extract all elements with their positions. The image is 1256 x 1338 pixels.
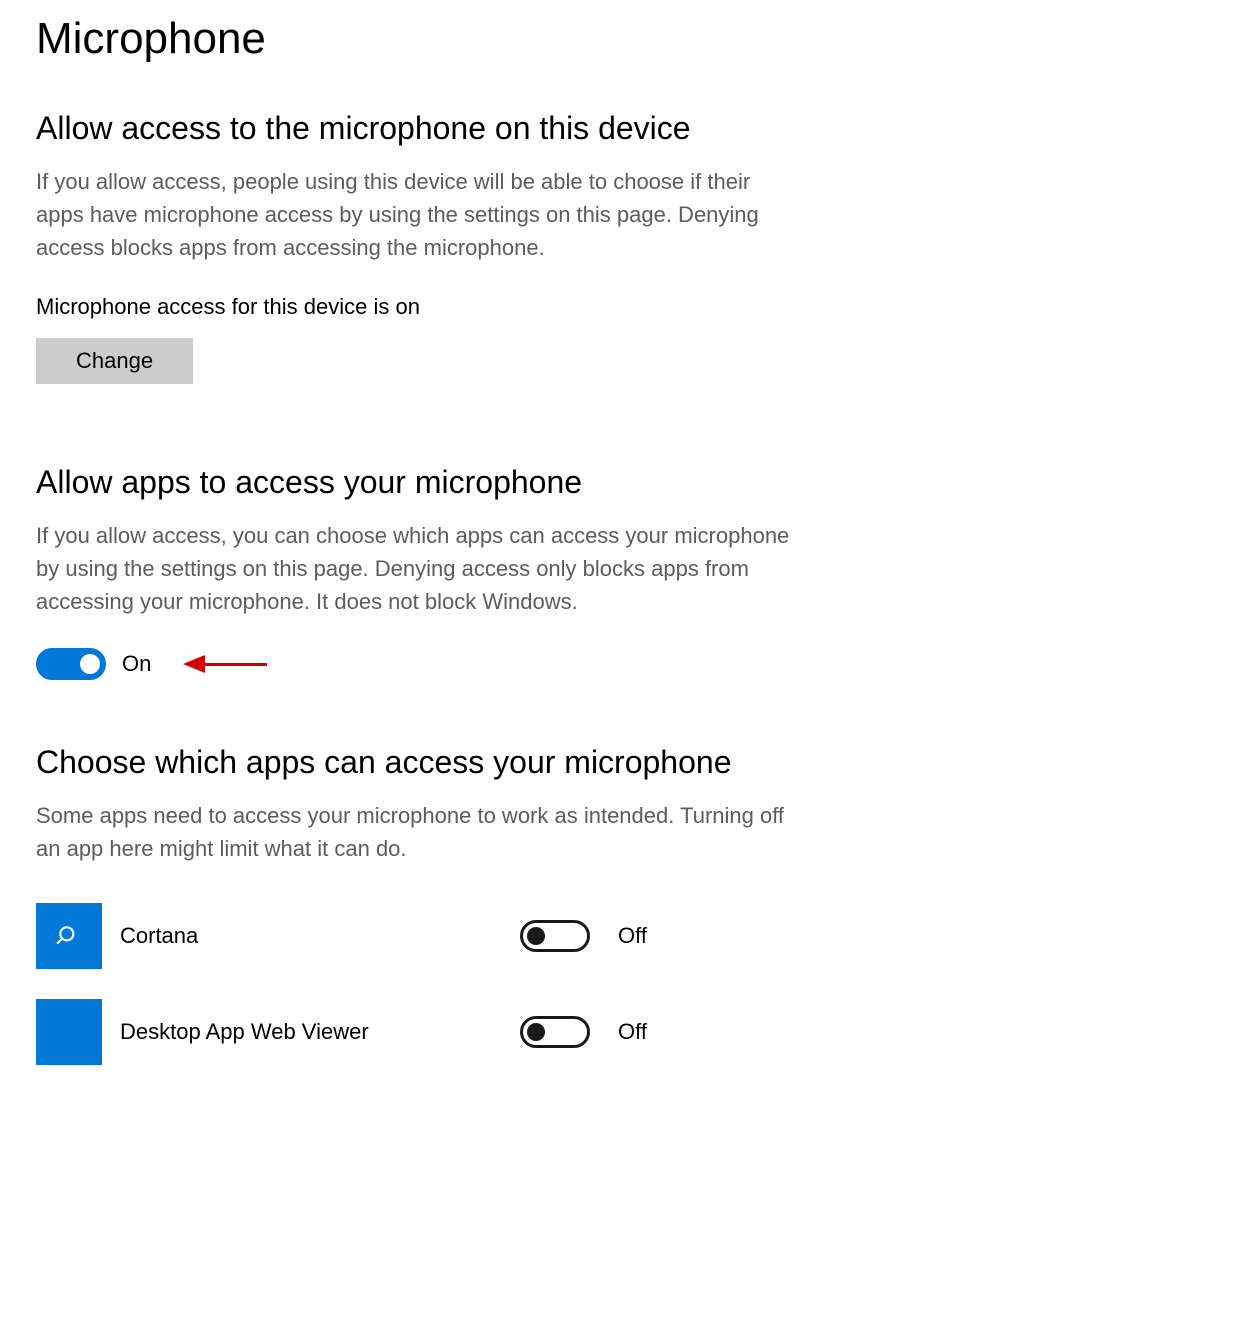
app-name-label: Desktop App Web Viewer: [120, 1019, 520, 1045]
page-title: Microphone: [36, 14, 1220, 64]
desktop-app-web-viewer-toggle[interactable]: [520, 1016, 590, 1048]
app-name-label: Cortana: [120, 923, 520, 949]
cortana-toggle[interactable]: [520, 920, 590, 952]
cortana-toggle-label: Off: [618, 923, 647, 949]
allow-apps-toggle[interactable]: [36, 648, 106, 680]
section3-desc: Some apps need to access your microphone…: [36, 799, 796, 865]
section-allow-device-access: Allow access to the microphone on this d…: [36, 110, 1220, 384]
arrow-line-icon: [205, 663, 267, 666]
section2-heading: Allow apps to access your microphone: [36, 464, 1220, 501]
allow-apps-toggle-label: On: [122, 651, 151, 677]
app-row-desktop-app-web-viewer: Desktop App Web Viewer Off: [36, 999, 1220, 1065]
desktop-app-web-viewer-toggle-label: Off: [618, 1019, 647, 1045]
annotation-arrow: [183, 655, 267, 673]
section3-heading: Choose which apps can access your microp…: [36, 744, 1220, 781]
toggle-knob: [527, 1023, 545, 1041]
section1-desc: If you allow access, people using this d…: [36, 165, 796, 264]
cortana-icon: [36, 903, 102, 969]
toggle-knob: [527, 927, 545, 945]
section-allow-apps-access: Allow apps to access your microphone If …: [36, 464, 1220, 680]
arrow-head-icon: [183, 655, 205, 673]
app-list: Cortana Off Desktop App Web Viewer Off: [36, 903, 1220, 1065]
section1-heading: Allow access to the microphone on this d…: [36, 110, 1220, 147]
app-row-cortana: Cortana Off: [36, 903, 1220, 969]
desktop-app-web-viewer-icon: [36, 999, 102, 1065]
section2-desc: If you allow access, you can choose whic…: [36, 519, 796, 618]
change-button[interactable]: Change: [36, 338, 193, 384]
section-choose-apps: Choose which apps can access your microp…: [36, 744, 1220, 1065]
toggle-knob: [80, 654, 100, 674]
device-access-status: Microphone access for this device is on: [36, 294, 1220, 320]
